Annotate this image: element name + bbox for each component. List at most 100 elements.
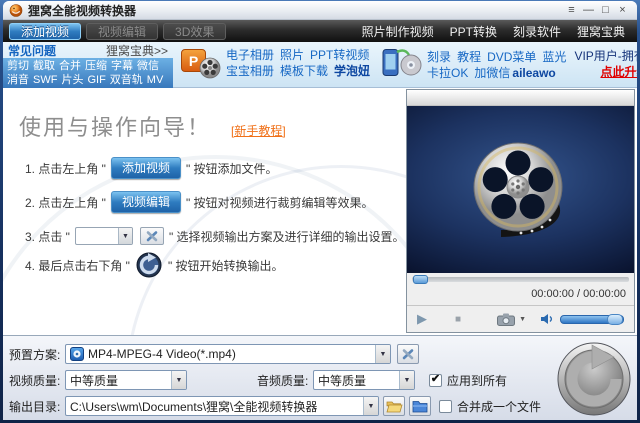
link-template-download[interactable]: 模板下载 xyxy=(280,63,328,79)
chevron-down-icon[interactable]: ▼ xyxy=(117,228,132,244)
chevron-down-icon[interactable]: ▼ xyxy=(363,397,378,415)
chevron-down-icon[interactable]: ▼ xyxy=(171,371,186,389)
volume-slider[interactable] xyxy=(560,313,624,325)
player-controls: ▶ ■ ▼ xyxy=(407,305,634,332)
video-quality-label: 视频质量: xyxy=(9,373,61,388)
link-baby-album[interactable]: 宝宝相册 xyxy=(226,63,274,79)
output-dir-select[interactable]: C:\Users\wm\Documents\狸窝\全能视频转换器 ▼ xyxy=(65,396,379,416)
link-dvd-menu[interactable]: DVD菜单 xyxy=(487,49,536,65)
menu-ppt-convert[interactable]: PPT转换 xyxy=(450,23,497,40)
link-bluray[interactable]: 蓝光 xyxy=(542,49,566,65)
step-text: 4. 最后点击右下角 " xyxy=(25,258,130,273)
tool-link-intro[interactable]: 片头 xyxy=(61,73,83,87)
menu-photo-to-video[interactable]: 照片制作视频 xyxy=(362,23,434,40)
link-ppt-to-video[interactable]: PPT转视频 xyxy=(310,47,369,63)
chevron-down-icon[interactable]: ▼ xyxy=(399,371,414,389)
titlebar: 狸窝全能视频转换器 ≡ — □ × xyxy=(3,1,637,20)
tabbar: 添加视频 视频编辑 3D效果 照片制作视频 PPT转换 刻录软件 狸窝宝典 xyxy=(3,20,637,42)
tool-link-merge[interactable]: 合并 xyxy=(59,59,81,73)
video-quality-select[interactable]: 中等质量 ▼ xyxy=(65,370,187,390)
volume-icon[interactable] xyxy=(540,313,554,325)
app-logo-icon xyxy=(9,3,23,17)
maximize-button[interactable]: □ xyxy=(597,2,614,18)
tab-video-edit[interactable]: 视频编辑 xyxy=(86,22,159,40)
time-display: 00:00:00 / 00:00:00 xyxy=(531,288,626,300)
folder-open-icon xyxy=(385,401,403,412)
phone-disc-icon xyxy=(382,47,422,83)
guide-title: 使用与操作向导！ xyxy=(19,115,212,140)
window-controls: ≡ — □ × xyxy=(563,2,631,18)
preview-panel: 00:00:00 / 00:00:00 ▶ ■ ▼ xyxy=(406,89,635,333)
chevron-down-icon[interactable]: ▼ xyxy=(375,345,390,363)
link-photo[interactable]: 照片 xyxy=(280,47,304,63)
tool-link-compress[interactable]: 压缩 xyxy=(85,59,107,73)
volume-thumb[interactable] xyxy=(607,313,623,325)
step-text: 3. 点击 " xyxy=(25,229,70,244)
top-menu: 照片制作视频 PPT转换 刻录软件 狸窝宝典 xyxy=(362,23,631,40)
link-burn[interactable]: 刻录 xyxy=(427,49,451,65)
menu-leawo-baodian[interactable]: 狸窝宝典 xyxy=(577,23,625,40)
seek-groove[interactable] xyxy=(412,275,629,284)
snapshot-button[interactable]: ▼ xyxy=(497,313,526,326)
preset-select[interactable]: MP4-MPEG-4 Video(*.mp4) ▼ xyxy=(65,344,391,364)
apply-all-label: 应用到所有 xyxy=(447,373,508,388)
close-button[interactable]: × xyxy=(614,2,631,18)
app-window: 狸窝全能视频转换器 ≡ — □ × 添加视频 视频编辑 3D效果 照片制作视频 … xyxy=(0,0,640,423)
minimize-button[interactable]: — xyxy=(580,2,597,18)
tool-link-swf[interactable]: SWF xyxy=(33,73,57,87)
skin-menu-button[interactable]: ≡ xyxy=(563,2,580,18)
merge-checkbox[interactable] xyxy=(439,399,452,413)
tool-link-wechat[interactable]: 微信 xyxy=(137,59,159,73)
tutorial-link[interactable]: [新手教程] xyxy=(231,122,286,142)
play-button[interactable]: ▶ xyxy=(417,311,427,327)
preview-header xyxy=(407,90,634,106)
guide-panel: 使用与操作向导！ [新手教程] 1. 点击左上角 " 添加视频 " 按钮添加文件… xyxy=(3,88,406,335)
guide-step-1: 1. 点击左上角 " 添加视频 " 按钮添加文件。 xyxy=(25,157,278,179)
tool-link-gif[interactable]: GIF xyxy=(87,73,105,87)
tab-add-video[interactable]: 添加视频 xyxy=(9,22,82,40)
tool-link-subtitle[interactable]: 字幕 xyxy=(111,59,133,73)
app-frame: 狸窝全能视频转换器 ≡ — □ × 添加视频 视频编辑 3D效果 照片制作视频 … xyxy=(3,1,637,420)
check-icon: ✔ xyxy=(430,372,441,385)
film-reel-icon xyxy=(473,142,562,237)
tab-3d-effect[interactable]: 3D效果 xyxy=(163,22,227,40)
tool-link-mute[interactable]: 消音 xyxy=(7,73,29,87)
convert-icon xyxy=(136,252,162,278)
quicklinks-toolbar: 常见问题 狸窝宝典>> 剪切 截取 合并 压缩 字幕 微信 消音 SWF 片头 … xyxy=(3,42,637,88)
vip-upgrade-link[interactable]: 点此升级VIP会员 xyxy=(574,64,637,80)
stop-button[interactable]: ■ xyxy=(455,314,461,325)
open-output-folder-button[interactable] xyxy=(383,396,405,416)
video-quality-value: 中等质量 xyxy=(70,373,119,388)
step-format-select[interactable]: ▼ xyxy=(74,227,133,245)
chevron-down-icon[interactable]: ▼ xyxy=(519,316,526,323)
quick-tools-box: 剪切 截取 合并 压缩 字幕 微信 消音 SWF 片头 GIF 双音轨 MV xyxy=(3,58,173,88)
seek-thumb[interactable] xyxy=(413,275,428,284)
link-xuepaoniu[interactable]: 学泡妞 xyxy=(334,63,370,79)
link-e-album[interactable]: 电子相册 xyxy=(226,47,274,63)
step-add-video-button[interactable]: 添加视频 xyxy=(110,157,181,179)
menu-burn-software[interactable]: 刻录软件 xyxy=(513,23,561,40)
step-video-edit-button[interactable]: 视频编辑 xyxy=(110,191,181,213)
baodian-link[interactable]: 狸窝宝典>> xyxy=(106,42,168,59)
link-tutorial[interactable]: 教程 xyxy=(457,49,481,65)
apply-all-checkbox[interactable]: ✔ xyxy=(429,372,442,387)
tool-link-capture[interactable]: 截取 xyxy=(33,59,55,73)
link-karaoke[interactable]: 卡拉OK xyxy=(427,65,468,81)
tool-link-dualaudio[interactable]: 双音轨 xyxy=(110,73,143,87)
audio-quality-label: 音频质量: xyxy=(257,373,309,388)
audio-quality-select[interactable]: 中等质量 ▼ xyxy=(313,370,415,390)
vip-text: VIP用户-拥有狸窝所有软件 xyxy=(574,49,637,63)
vip-block: VIP用户-拥有狸窝所有软件 点此升级VIP会员 xyxy=(570,42,637,80)
step-settings-button[interactable] xyxy=(139,227,164,245)
faq-link[interactable]: 常见问题 xyxy=(8,42,56,59)
tool-link-mv[interactable]: MV xyxy=(147,73,164,87)
preset-settings-button[interactable] xyxy=(397,344,419,364)
folder-icon xyxy=(412,400,428,412)
quicklinks-left: 常见问题 狸窝宝典>> 剪切 截取 合并 压缩 字幕 微信 消音 SWF 片头 … xyxy=(3,42,173,88)
tool-link-cut[interactable]: 剪切 xyxy=(7,59,29,73)
link-add-wechat[interactable]: 加微信 xyxy=(474,65,510,81)
convert-button[interactable] xyxy=(555,340,633,418)
browse-folder-button[interactable] xyxy=(409,396,431,416)
seek-bar[interactable] xyxy=(407,273,634,288)
album-group: P 电子相册 照片 PPT转视频 宝宝相册 模板下载 学泡妞 xyxy=(173,42,374,79)
